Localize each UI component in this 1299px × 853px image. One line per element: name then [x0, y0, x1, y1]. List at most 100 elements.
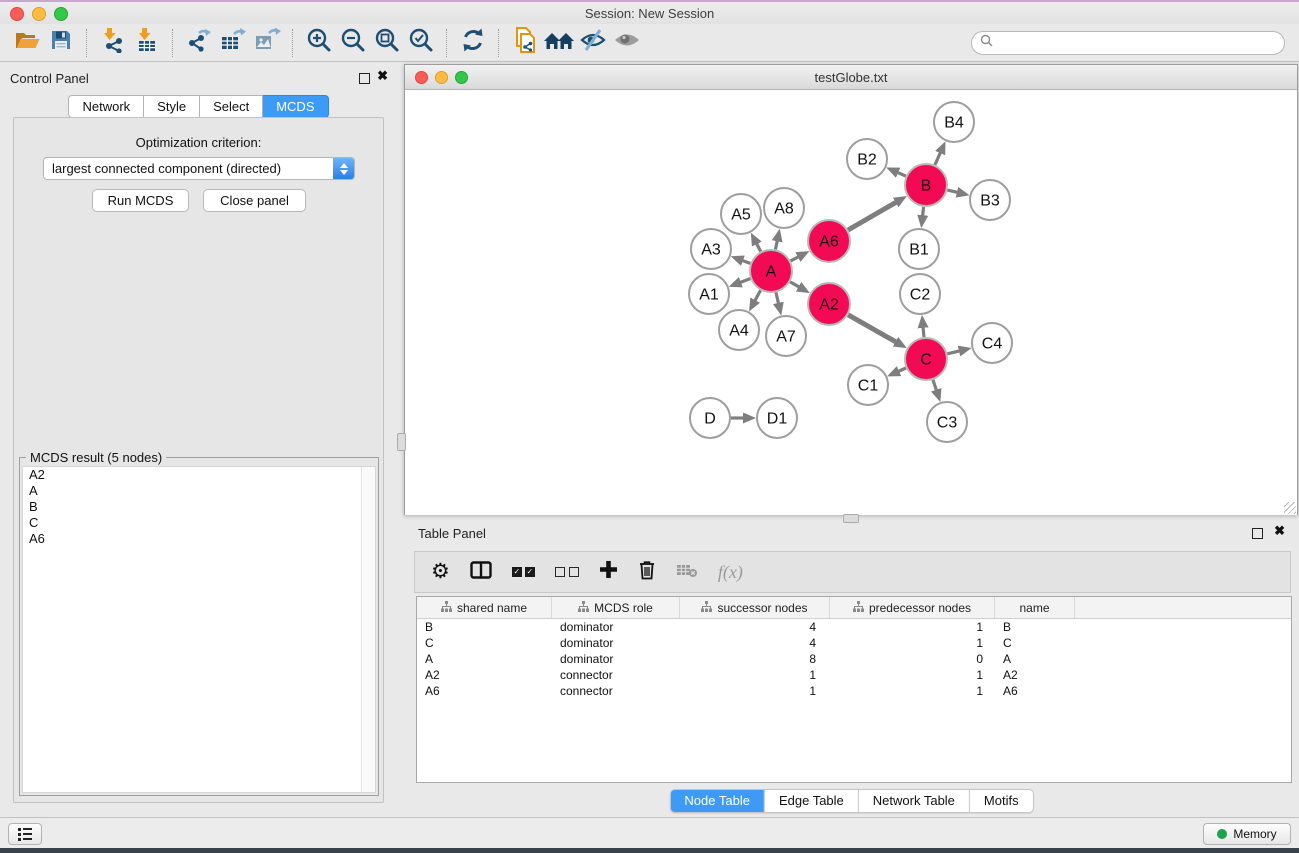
tab-motifs[interactable]: Motifs	[969, 790, 1033, 812]
export-image-button[interactable]	[250, 27, 284, 59]
tab-style[interactable]: Style	[144, 95, 200, 118]
graph-node-B3[interactable]: B3	[970, 180, 1010, 220]
graph-edge-A-A1[interactable]	[740, 279, 750, 283]
result-item[interactable]: A	[23, 483, 375, 499]
window-resize-grip[interactable]	[1284, 502, 1296, 514]
export-table-button[interactable]	[216, 27, 250, 59]
split-columns-button[interactable]	[470, 561, 492, 584]
table-settings-button[interactable]: ⚙	[431, 562, 450, 582]
float-panel-icon[interactable]	[359, 73, 370, 84]
table-close-panel-icon[interactable]: ✖	[1274, 524, 1285, 538]
graph-edge-A-A4[interactable]	[755, 290, 761, 301]
zoom-out-button[interactable]	[336, 27, 370, 59]
table-row[interactable]: Bdominator41B	[417, 619, 1291, 635]
result-item[interactable]: B	[23, 499, 375, 515]
graph-edge-B-B1[interactable]	[923, 207, 924, 216]
import-network-button[interactable]	[96, 27, 130, 59]
table-row[interactable]: Adominator80A	[417, 651, 1291, 667]
graph-edge-B-B4[interactable]	[935, 152, 941, 165]
table-cell[interactable]: 1	[830, 668, 995, 682]
graph-node-D[interactable]: D	[690, 398, 730, 438]
graph-edge-C-C3[interactable]	[933, 380, 937, 391]
graph-node-A6[interactable]: A6	[808, 220, 850, 262]
unselect-all-columns-button[interactable]	[555, 567, 579, 577]
table-cell[interactable]: 1	[830, 684, 995, 698]
graph-node-A2[interactable]: A2	[808, 283, 850, 325]
table-cell[interactable]: dominator	[552, 620, 680, 634]
close-window-button[interactable]	[10, 7, 24, 21]
table-cell[interactable]: 8	[680, 652, 830, 666]
main-titlebar[interactable]: Session: New Session	[0, 2, 1299, 24]
network-maximize-button[interactable]	[455, 71, 468, 84]
graph-edge-B-B3[interactable]	[947, 190, 957, 192]
run-mcds-button[interactable]: Run MCDS	[92, 189, 189, 212]
zoom-in-button[interactable]	[302, 27, 336, 59]
table-cell[interactable]: 1	[680, 684, 830, 698]
network-minimize-button[interactable]	[435, 71, 448, 84]
close-panel-icon[interactable]: ✖	[377, 69, 388, 83]
graph-node-A3[interactable]: A3	[691, 229, 731, 269]
delete-table-button[interactable]	[676, 562, 698, 583]
table-cell[interactable]: 1	[830, 636, 995, 650]
table-cell[interactable]: connector	[552, 668, 680, 682]
select-all-columns-button[interactable]: ✓✓	[512, 567, 535, 577]
mcds-result-list[interactable]: A2ABCA6	[22, 466, 376, 793]
result-scrollbar[interactable]	[361, 467, 375, 792]
graph-edge-A2-C[interactable]	[848, 315, 896, 342]
graph-node-D1[interactable]: D1	[757, 398, 797, 438]
graph-node-B2[interactable]: B2	[847, 139, 887, 179]
memory-button[interactable]: Memory	[1203, 823, 1291, 845]
export-network-button[interactable]	[182, 27, 216, 59]
graph-edge-A6-B[interactable]	[848, 202, 897, 230]
delete-column-button[interactable]	[638, 560, 656, 585]
tab-network-table[interactable]: Network Table	[858, 790, 969, 812]
graph-node-A4[interactable]: A4	[719, 310, 759, 350]
open-session-button[interactable]	[10, 27, 44, 59]
tab-select[interactable]: Select	[200, 95, 263, 118]
search-input[interactable]	[999, 35, 1276, 51]
table-cell[interactable]: C	[995, 636, 1075, 650]
result-item[interactable]: A2	[23, 467, 375, 483]
graph-node-C2[interactable]: C2	[900, 274, 940, 314]
table-cell[interactable]: 4	[680, 636, 830, 650]
tab-mcds[interactable]: MCDS	[263, 95, 328, 118]
zoom-fit-button[interactable]	[370, 27, 404, 59]
table-row[interactable]: A6connector11A6	[417, 683, 1291, 699]
home-view-button[interactable]	[542, 27, 576, 59]
table-cell[interactable]: A6	[995, 684, 1075, 698]
result-item[interactable]: A6	[23, 531, 375, 547]
table-cell[interactable]: dominator	[552, 652, 680, 666]
maximize-window-button[interactable]	[54, 7, 68, 21]
network-view-window[interactable]: testGlobe.txt B4B2BB3A5A8A6A3B1AA1C2A2A4…	[404, 64, 1298, 515]
graph-node-A[interactable]: A	[750, 250, 792, 292]
table-row[interactable]: A2connector11A2	[417, 667, 1291, 683]
column-header-shared-name[interactable]: shared name	[417, 597, 552, 618]
graph-node-A1[interactable]: A1	[689, 274, 729, 314]
column-header-MCDS-role[interactable]: MCDS role	[552, 597, 680, 618]
graph-edge-A-A3[interactable]	[742, 260, 750, 263]
table-cell[interactable]: connector	[552, 684, 680, 698]
table-row[interactable]: Cdominator41C	[417, 635, 1291, 651]
table-cell[interactable]: A6	[417, 684, 552, 698]
table-cell[interactable]: C	[417, 636, 552, 650]
network-window-titlebar[interactable]: testGlobe.txt	[405, 65, 1297, 90]
graph-edge-C-C2[interactable]	[923, 327, 924, 337]
result-item[interactable]: C	[23, 515, 375, 531]
graph-node-A5[interactable]: A5	[721, 194, 761, 234]
select-stepper-icon[interactable]	[333, 158, 354, 179]
graph-node-B1[interactable]: B1	[899, 229, 939, 269]
table-cell[interactable]: 4	[680, 620, 830, 634]
tab-network[interactable]: Network	[68, 95, 144, 118]
zoom-selected-button[interactable]	[404, 27, 438, 59]
graph-edge-A-A6[interactable]	[791, 257, 799, 261]
minimize-window-button[interactable]	[32, 7, 46, 21]
tab-node-table[interactable]: Node Table	[670, 790, 764, 812]
table-cell[interactable]: 0	[830, 652, 995, 666]
function-builder-button[interactable]: f(x)	[718, 562, 743, 583]
vertical-split-handle[interactable]	[397, 433, 406, 451]
graph-node-C4[interactable]: C4	[972, 323, 1012, 363]
add-column-button[interactable]	[599, 560, 618, 584]
graph-edge-C-C4[interactable]	[947, 351, 960, 354]
graph-edge-A-A8[interactable]	[775, 240, 777, 249]
graph-node-B[interactable]: B	[905, 164, 947, 206]
